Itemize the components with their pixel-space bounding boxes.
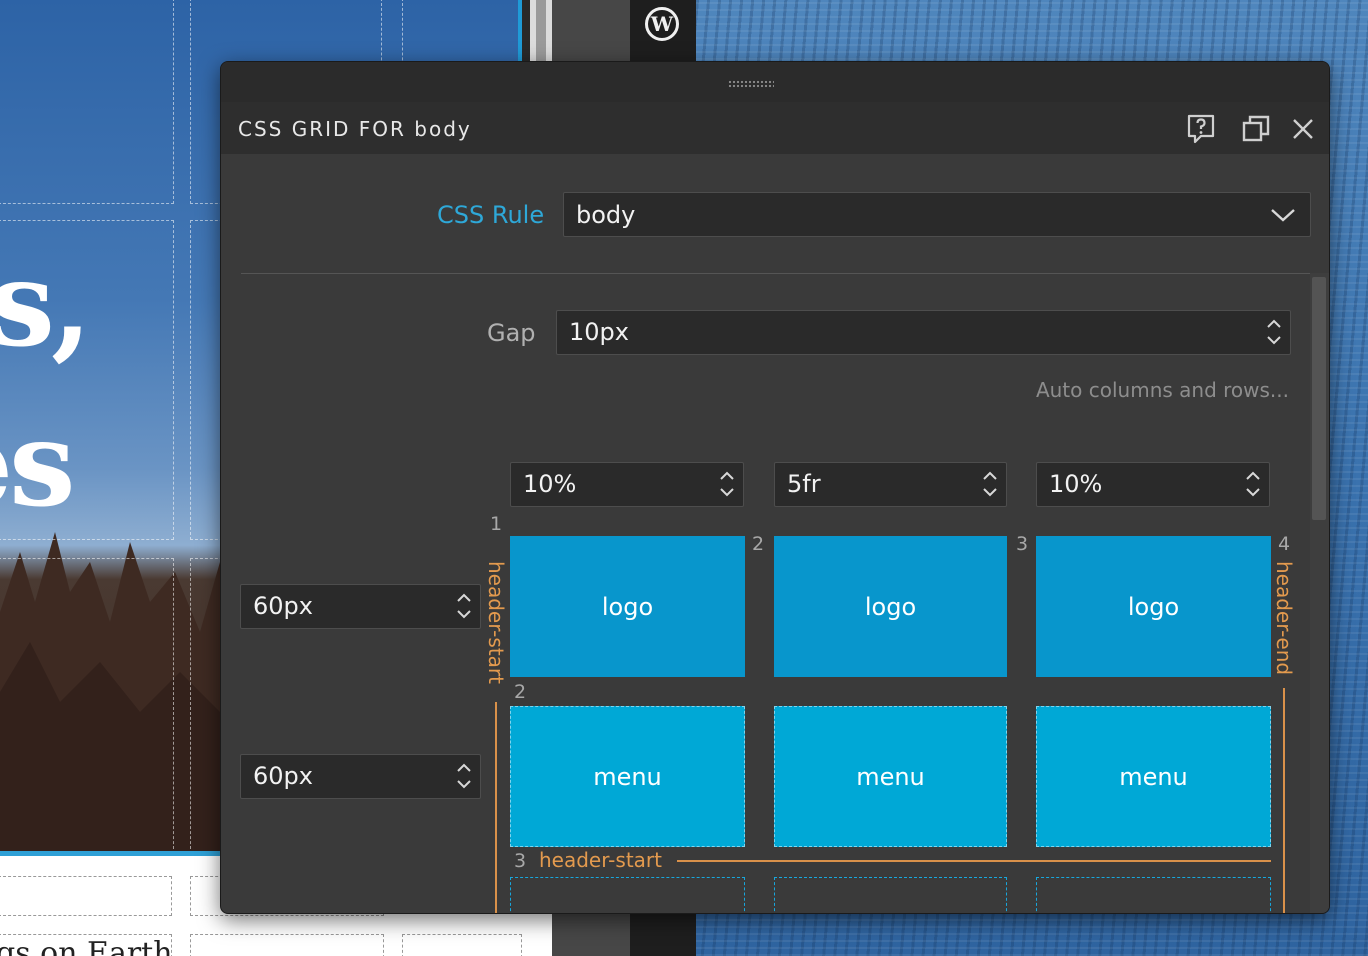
scrollbar-thumb[interactable] xyxy=(1312,277,1326,520)
area-label-bottom: header-start xyxy=(539,848,662,872)
column-3-size-input[interactable]: 10% xyxy=(1036,462,1270,507)
area-line-left xyxy=(495,702,497,913)
grid-cell-menu-3[interactable]: menu xyxy=(1036,706,1271,847)
detach-window-icon[interactable] xyxy=(1240,113,1272,145)
column-2-size-value: 5fr xyxy=(787,470,821,498)
drag-dots-icon xyxy=(728,80,774,88)
page-subtext: gs on Earth xyxy=(0,936,173,956)
stepper-arrows-icon[interactable] xyxy=(1243,468,1263,500)
grid-cell-empty-3[interactable] xyxy=(1036,877,1271,913)
auto-columns-rows-link[interactable]: Auto columns and rows... xyxy=(1036,378,1289,402)
column-1-size-input[interactable]: 10% xyxy=(510,462,744,507)
grid-cell-empty-1[interactable] xyxy=(510,877,745,913)
area-label-left: header-start xyxy=(484,561,508,684)
stepper-arrows-icon[interactable] xyxy=(454,590,474,622)
css-grid-panel: CSS GRID FOR body CSS Rule body Gap 10px… xyxy=(220,61,1330,914)
section-divider xyxy=(241,273,1311,274)
column-3-size-value: 10% xyxy=(1049,470,1103,498)
grid-cell-logo-1[interactable]: logo xyxy=(510,536,745,677)
row-line-3: 3 xyxy=(514,850,527,872)
row-line-2: 2 xyxy=(514,681,527,703)
help-bubble-icon[interactable] xyxy=(1185,113,1217,145)
column-2-size-input[interactable]: 5fr xyxy=(774,462,1007,507)
css-rule-select[interactable]: body xyxy=(563,192,1311,237)
panel-drag-handle[interactable] xyxy=(221,62,1329,102)
page-scrollbar[interactable] xyxy=(530,0,552,62)
column-line-4: 4 xyxy=(1278,533,1291,555)
stepper-arrows-icon[interactable] xyxy=(717,468,737,500)
stepper-arrows-icon[interactable] xyxy=(980,468,1000,500)
grid-cell-logo-2[interactable]: logo xyxy=(774,536,1007,677)
close-icon[interactable] xyxy=(1289,115,1317,143)
css-rule-value: body xyxy=(576,201,636,229)
row-1-size-value: 60px xyxy=(253,592,313,620)
grid-cell-menu-2[interactable]: menu xyxy=(774,706,1007,847)
column-line-1: 1 xyxy=(490,513,503,535)
area-label-right: header-end xyxy=(1272,561,1296,676)
area-line-bottom xyxy=(677,860,1271,862)
selection-edge xyxy=(518,0,522,62)
stepper-arrows-icon[interactable] xyxy=(454,760,474,792)
hero-heading-line-2: es xyxy=(0,394,76,533)
css-rule-label: CSS Rule xyxy=(437,201,545,229)
chevron-down-icon xyxy=(1271,209,1295,222)
row-1-size-input[interactable]: 60px xyxy=(240,584,481,629)
row-2-size-input[interactable]: 60px xyxy=(240,754,481,799)
column-line-3: 3 xyxy=(1016,533,1029,555)
grid-cell-empty-2[interactable] xyxy=(774,877,1007,913)
gap-value: 10px xyxy=(569,318,629,346)
panel-title: CSS GRID FOR body xyxy=(238,117,472,141)
column-line-2: 2 xyxy=(752,533,765,555)
stepper-arrows-icon[interactable] xyxy=(1264,316,1284,348)
hero-heading-line-1: ts, xyxy=(0,234,92,373)
panel-scrollbar[interactable] xyxy=(1310,273,1329,913)
column-1-size-value: 10% xyxy=(523,470,577,498)
area-line-right xyxy=(1283,688,1285,913)
grid-cell-logo-3[interactable]: logo xyxy=(1036,536,1271,677)
row-2-size-value: 60px xyxy=(253,762,313,790)
gap-input[interactable]: 10px xyxy=(556,310,1291,355)
grid-cell-menu-1[interactable]: menu xyxy=(510,706,745,847)
panel-title-bar: CSS GRID FOR body xyxy=(221,102,1329,154)
gap-label: Gap xyxy=(487,319,536,347)
wordpress-icon[interactable]: W xyxy=(645,7,679,41)
